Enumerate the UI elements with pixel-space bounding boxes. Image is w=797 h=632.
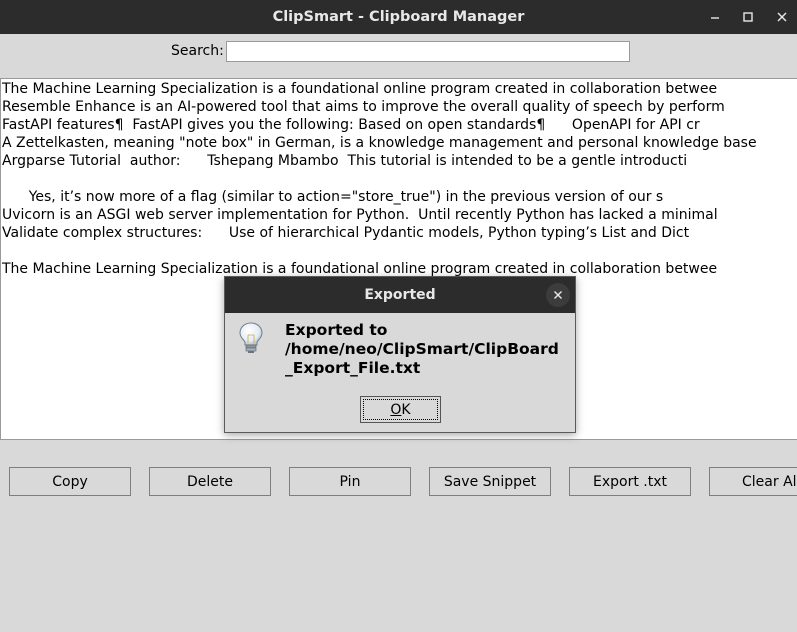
list-item[interactable] [1, 170, 797, 188]
list-item[interactable]: Argparse Tutorial author: Tshepang Mbamb… [1, 152, 797, 170]
window-titlebar[interactable]: ClipSmart - Clipboard Manager [0, 0, 797, 34]
list-item[interactable]: Resemble Enhance is an AI-powered tool t… [1, 98, 797, 116]
list-item[interactable] [1, 242, 797, 260]
clear-all-button[interactable]: Clear All [709, 467, 797, 496]
dialog-message-line: _Export_File.txt [285, 359, 421, 377]
list-item[interactable]: Validate complex structures: Use of hier… [1, 224, 797, 242]
dialog-message: Exported to /home/neo/ClipSmart/ClipBoar… [285, 321, 571, 378]
ok-label-rest: K [401, 401, 411, 418]
dialog-close-button[interactable] [546, 283, 570, 307]
minimize-icon [711, 17, 719, 19]
close-icon [554, 291, 562, 299]
delete-button[interactable]: Delete [149, 467, 271, 496]
list-item[interactable]: Uvicorn is an ASGI web server implementa… [1, 206, 797, 224]
pin-button[interactable]: Pin [289, 467, 411, 496]
minimize-button[interactable] [704, 6, 726, 28]
lightbulb-icon [239, 322, 263, 353]
export-txt-button[interactable]: Export .txt [569, 467, 691, 496]
window-title: ClipSmart - Clipboard Manager [272, 9, 525, 25]
dialog-message-line: Exported to [285, 321, 388, 339]
search-label: Search: [171, 43, 224, 59]
dialog-message-line: /home/neo/ClipSmart/ClipBoard [285, 340, 559, 358]
search-input[interactable] [226, 41, 630, 62]
maximize-icon [743, 12, 753, 22]
save-snippet-button[interactable]: Save Snippet [429, 467, 551, 496]
dialog-title: Exported [225, 277, 575, 313]
list-item[interactable]: A Zettelkasten, meaning "note box" in Ge… [1, 134, 797, 152]
ok-mnemonic: O [390, 401, 402, 418]
maximize-button[interactable] [737, 6, 759, 28]
ok-button[interactable]: OK [360, 396, 441, 423]
close-icon [777, 12, 787, 22]
close-button[interactable] [771, 6, 793, 28]
list-item[interactable]: FastAPI features¶ FastAPI gives you the … [1, 116, 797, 134]
export-dialog: Exported Exported to /home/neo/ClipSmart… [224, 276, 576, 433]
list-item[interactable]: Yes, it’s now more of a flag (similar to… [1, 188, 797, 206]
copy-button[interactable]: Copy [9, 467, 131, 496]
list-item[interactable]: The Machine Learning Specialization is a… [1, 80, 797, 98]
